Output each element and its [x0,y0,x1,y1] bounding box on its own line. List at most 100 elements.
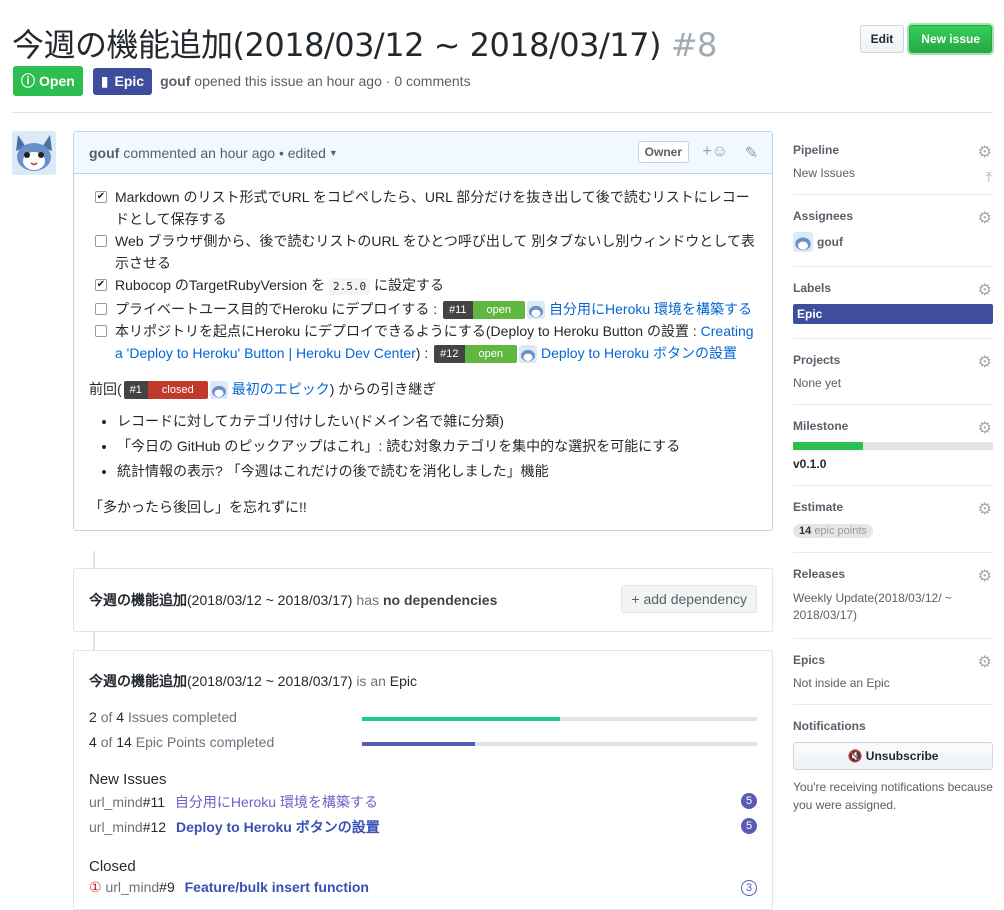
task-text: Markdown のリスト形式でURL をコピペしたら、URL 部分だけを抜き出… [115,189,750,227]
task-list: ✔ Markdown のリスト形式でURL をコピペしたら、URL 部分だけを抜… [89,186,757,364]
sidebar-notifications: Notifications 🔇 Unsubscribe You're recei… [793,705,993,828]
task-checkbox[interactable] [95,235,107,247]
bullet-list: レコードに対してカテゴリ付けしたい(ドメイン名で雑に分類) 「今日の GitHu… [89,410,757,482]
closing-note: 「多かったら後回し」を忘れずに!! [89,499,307,515]
sidebar-assignees: Assignees ⚙ gouf [793,195,993,267]
epic-issue-row[interactable]: ① url_mind#9 Feature/bulk insert functio… [89,879,757,904]
estimate-unit: epic points [814,525,867,537]
comment-meta[interactable]: commented an hour ago • edited [123,145,326,161]
issue-ref-pill[interactable]: #12 open [434,345,517,364]
gear-icon[interactable]: ⚙ [978,142,992,162]
bullet-item: レコードに対してカテゴリ付けしたい(ドメイン名で雑に分類) [117,410,757,432]
milestone-progress-fill [793,442,863,450]
move-to-top-icon[interactable]: ⤒ [986,169,992,186]
author-avatar[interactable] [12,131,56,175]
milestone-progress-bar [793,442,993,450]
points-total: 14 [116,734,132,750]
epic-box: 今週の機能追加(2018/03/12 ~ 2018/03/17) is an E… [73,650,773,910]
gear-icon[interactable]: ⚙ [978,499,992,519]
label-epic[interactable]: Epic [793,304,993,324]
ref-number: #12 [434,345,465,364]
sidebar-projects: Projects ⚙ None yet [793,339,993,405]
epics-value: Not inside an Epic [793,676,890,690]
ref-state: closed [147,381,208,400]
ref-avatar [518,345,537,364]
epics-heading: Epics [793,653,826,667]
points-done: 4 [89,734,97,750]
gear-icon[interactable]: ⚙ [978,566,992,586]
issue-title-link[interactable]: 自分用にHeroku 環境を構築する [175,794,378,810]
milestone-link[interactable]: v0.1.0 [793,457,826,471]
issue-closed-icon: ① [89,879,102,895]
ref-number: #1 [123,381,148,400]
header-divider [12,112,992,113]
assignee-item[interactable]: gouf [793,232,993,252]
issue-meta: ⓘ Open ▮ Epic gouf opened this issue an … [13,66,471,96]
issues-progress-row: 2 of 4 Issues completed [89,709,757,734]
new-issue-button[interactable]: New issue [909,25,992,53]
release-link[interactable]: Weekly Update(2018/03/12/ ~ 2018/03/17) [793,590,993,624]
task-text: 本リポジトリを起点にHeroku にデプロイできるようにする(Deploy to… [115,323,697,339]
gear-icon[interactable]: ⚙ [978,352,992,372]
issue-title: 今週の機能追加(2018/03/12 ~ 2018/03/17) [12,26,662,64]
points-badge: 5 [741,793,757,809]
issue-sidebar: Pipeline ⚙ New Issues ⤒ Assignees ⚙ gouf… [793,129,993,828]
dep-title: 今週の機能追加 [89,592,187,608]
task-checkbox[interactable]: ✔ [95,279,107,291]
unsubscribe-button[interactable]: 🔇 Unsubscribe [793,742,993,770]
epic-issue-row[interactable]: url_mind#11 自分用にHeroku 環境を構築する 5 [89,792,757,817]
points-progress-bar [362,742,757,746]
dependencies-box: 今週の機能追加 (2018/03/12 ~ 2018/03/17) has no … [73,568,773,632]
pipeline-heading: Pipeline [793,143,840,157]
points-progress-row: 4 of 14 Epic Points completed [89,734,757,759]
prev-epic-link[interactable]: 最初のエピック [232,381,330,397]
task-checkbox[interactable] [95,303,107,315]
comment-body: ✔ Markdown のリスト形式でURL をコピペしたら、URL 部分だけを抜… [74,174,772,530]
add-dependency-button[interactable]: + add dependency [621,585,757,613]
timeline-connector [93,551,95,568]
gear-icon[interactable]: ⚙ [978,418,992,438]
task-item: プライベートユース目的でHeroku にデプロイする : #11 open 自分用に… [95,298,757,320]
issue-ref-pill[interactable]: #1 closed [123,381,208,400]
epic-badge: ▮ Epic [92,67,153,95]
task-checkbox[interactable] [95,325,107,337]
ref-state: open [472,301,526,320]
issue-author-link[interactable]: gouf [160,73,190,89]
ref-avatar [209,381,228,400]
comment-author-link[interactable]: gouf [89,145,119,161]
add-reaction-icon[interactable]: +☺ [702,143,728,161]
prev-text: 前回( [89,381,122,397]
task-text-tail: に設定する [374,277,445,293]
edit-button[interactable]: Edit [859,25,905,53]
dep-none: no dependencies [383,592,498,608]
ref-title-link[interactable]: Deploy to Heroku ボタンの設置 [541,345,737,361]
task-item: ✔ Rubocop のTargetRubyVersion を 2.5.0 に設定… [95,274,757,298]
issues-progress-bar [362,717,757,721]
estimate-heading: Estimate [793,500,844,514]
points-label: Epic Points completed [135,734,275,750]
task-text: Rubocop のTargetRubyVersion を [115,277,326,293]
edit-pencil-icon[interactable]: ✎ [745,143,758,163]
issue-title-link[interactable]: Deploy to Heroku ボタンの設置 [176,819,380,835]
ref-title-link[interactable]: 自分用にHeroku 環境を構築する [549,301,752,317]
issue-ref-pill[interactable]: #11 open [443,301,526,320]
projects-value: None yet [793,376,842,390]
ref-number: #11 [443,301,473,320]
estimate-value: 14 [799,525,812,537]
previous-epic-line: 前回(#1 closed 最初のエピック) からの引き継ぎ [89,378,757,400]
gear-icon[interactable]: ⚙ [978,652,992,672]
gear-icon[interactable]: ⚙ [978,208,992,228]
epic-is-an: is an [356,673,386,689]
gear-icon[interactable]: ⚙ [978,280,992,300]
sidebar-epics: Epics ⚙ Not inside an Epic [793,639,993,705]
epic-issue-row[interactable]: url_mind#12 Deploy to Heroku ボタンの設置 5 [89,817,757,842]
header-actions: Edit New issue [859,25,992,53]
task-checkbox[interactable]: ✔ [95,191,107,203]
projects-heading: Projects [793,353,841,367]
issue-title-link[interactable]: Feature/bulk insert function [185,879,369,895]
notifications-heading: Notifications [793,719,866,733]
assignees-heading: Assignees [793,209,854,223]
notifications-text: You're receiving notifications because y… [793,780,993,812]
bullet-item: 「今日の GitHub のピックアップはこれ」: 読む対象カテゴリを集中的な選択… [117,435,757,457]
timeline-connector [93,632,95,650]
